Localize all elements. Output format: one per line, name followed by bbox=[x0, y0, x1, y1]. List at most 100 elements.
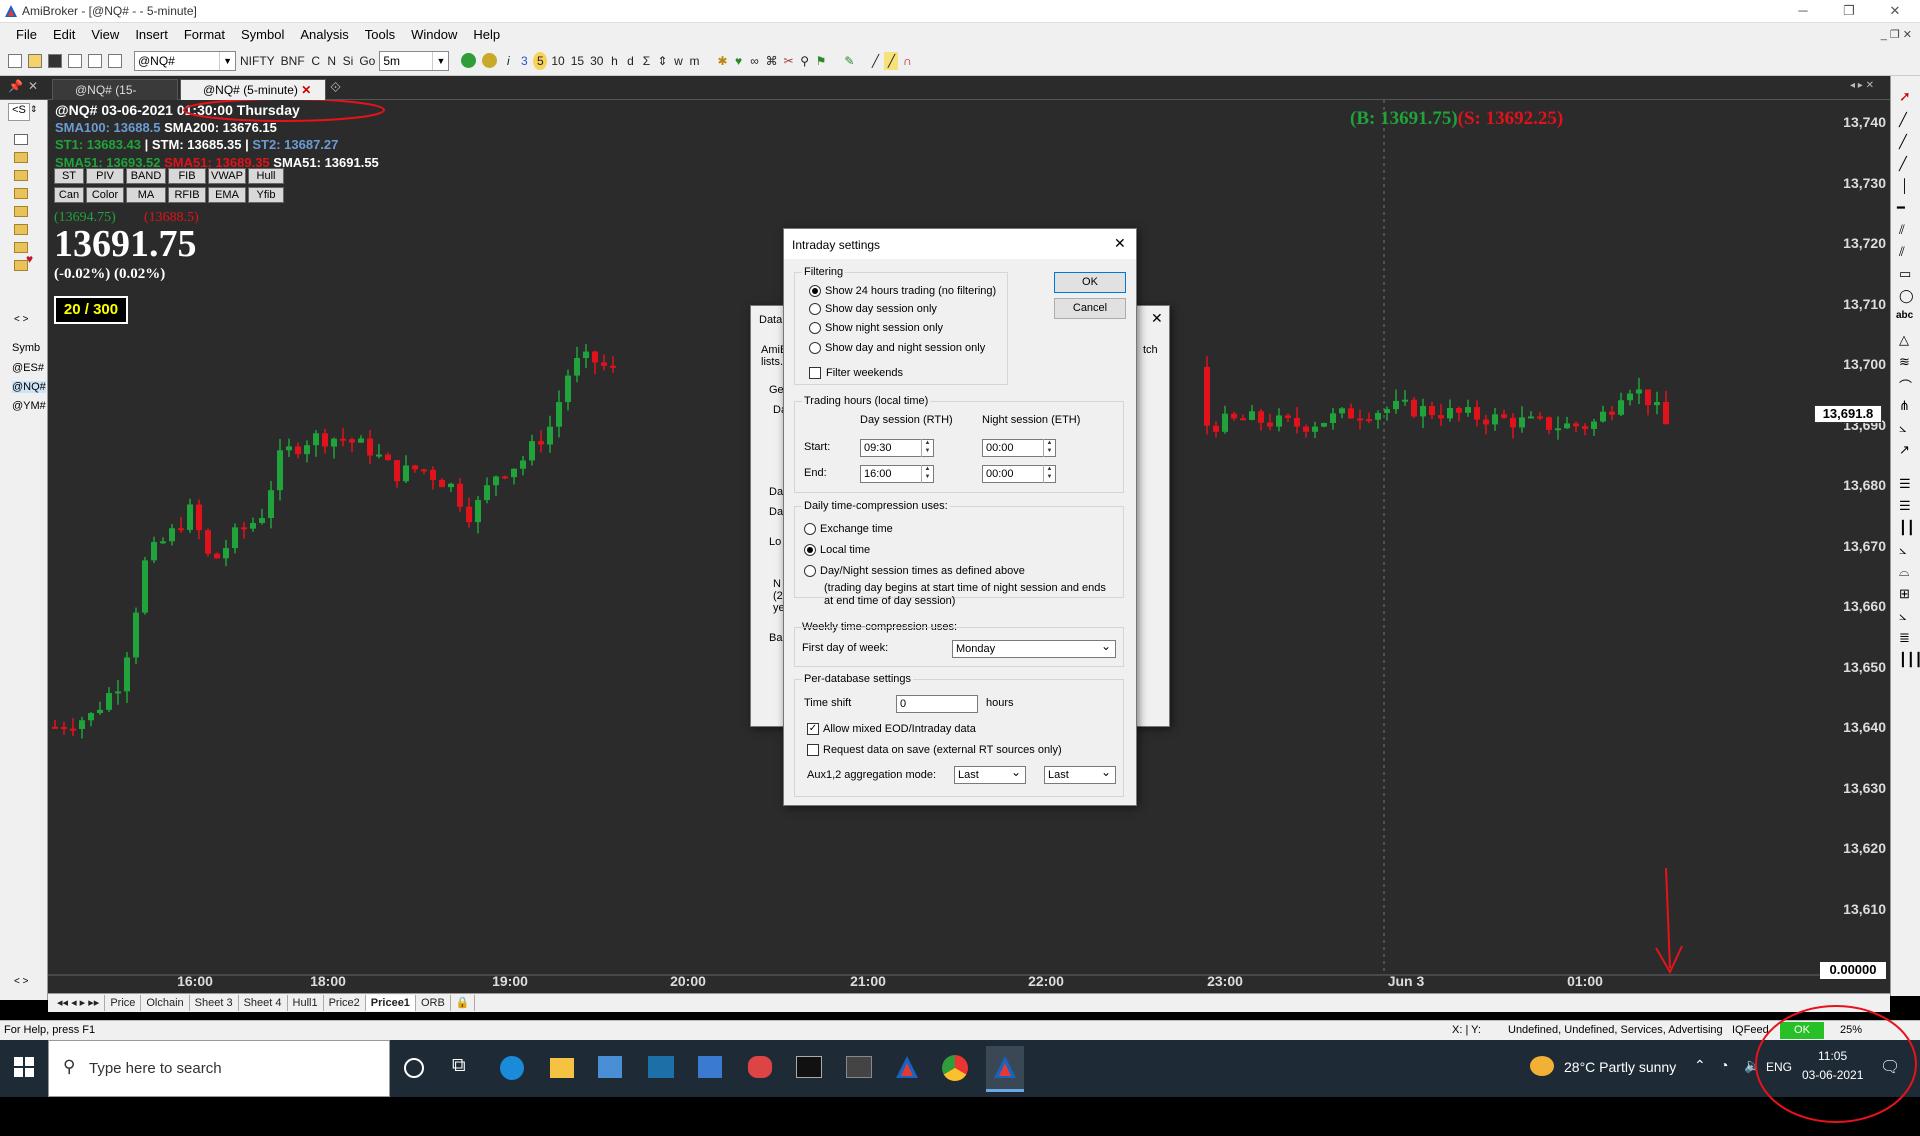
btn-st[interactable]: ST bbox=[54, 168, 84, 184]
dialog-close-icon[interactable]: ✕ bbox=[1114, 235, 1126, 252]
cycle-icon[interactable]: ≣ bbox=[1899, 630, 1910, 646]
radio-day-session[interactable] bbox=[809, 303, 821, 315]
sheet-tab-hull1[interactable]: Hull1 bbox=[288, 995, 324, 1011]
btn-fib[interactable]: FIB bbox=[168, 168, 206, 184]
btn-piv[interactable]: PIV bbox=[86, 168, 124, 184]
fib-fan-icon[interactable]: ⦣ bbox=[1899, 542, 1906, 558]
fib-ext-icon[interactable]: ☰ bbox=[1899, 498, 1911, 514]
print-icon[interactable] bbox=[108, 53, 122, 68]
interval-5[interactable]: 5 bbox=[533, 51, 548, 70]
open-folder-icon[interactable] bbox=[28, 53, 42, 68]
arc-icon[interactable]: ⌒ bbox=[1899, 376, 1912, 395]
grid-icon[interactable]: ⊞ bbox=[1899, 586, 1910, 602]
mdi-controls-icon[interactable]: _ ❐ ✕ bbox=[1873, 28, 1920, 41]
heart-icon[interactable]: ♥ bbox=[732, 52, 746, 70]
quick-c[interactable]: C bbox=[309, 52, 323, 70]
fib-arc-icon[interactable]: ⌓ bbox=[1899, 564, 1909, 580]
minimize-button[interactable]: ─ bbox=[1780, 0, 1826, 23]
tab-nq-15min[interactable]: @NQ# (15-minute) bbox=[52, 79, 178, 117]
file-explorer-icon[interactable] bbox=[550, 1058, 574, 1078]
night-end-input[interactable]: 00:00 ▲ ▼ bbox=[982, 465, 1056, 483]
horizontal-line-icon[interactable]: ━ bbox=[1897, 200, 1905, 216]
menu-edit[interactable]: Edit bbox=[45, 27, 83, 42]
panel-scroll-icon[interactable]: ⇕ bbox=[30, 104, 38, 115]
trendline-icon[interactable]: ╱ bbox=[1899, 112, 1907, 128]
glasses-icon[interactable]: ∞ bbox=[748, 52, 762, 70]
magnet-icon[interactable]: ∩ bbox=[900, 52, 914, 70]
aux2-select[interactable]: Last bbox=[1044, 764, 1116, 784]
back-dialog-close-icon[interactable]: ✕ bbox=[1151, 310, 1163, 327]
radio-night-session[interactable] bbox=[809, 322, 821, 334]
pause-icon[interactable] bbox=[482, 53, 498, 68]
weather-text[interactable]: 28°C Partly sunny bbox=[1564, 1059, 1676, 1075]
panel-nav-bottom-icon[interactable]: < > bbox=[14, 976, 28, 987]
text-tool-icon[interactable]: abc bbox=[1896, 310, 1913, 321]
settings-gear-icon[interactable]: ✱ bbox=[716, 52, 730, 70]
folder-icon[interactable] bbox=[14, 206, 28, 217]
btn-band[interactable]: BAND bbox=[126, 168, 166, 184]
save-icon[interactable] bbox=[48, 53, 62, 68]
close-window-button[interactable]: ✕ bbox=[1872, 0, 1918, 23]
sheet-tab-olchain[interactable]: Olchain bbox=[141, 995, 190, 1011]
sheet-tab-price[interactable]: Price bbox=[105, 995, 142, 1011]
symbol-ym[interactable]: @YM# bbox=[12, 400, 46, 412]
menu-insert[interactable]: Insert bbox=[127, 27, 176, 42]
cycle-lines-icon[interactable]: ┃┃┃ bbox=[1899, 652, 1920, 668]
interval-15[interactable]: 15 bbox=[569, 52, 586, 70]
interval-10[interactable]: 10 bbox=[549, 52, 566, 70]
photos-icon[interactable] bbox=[698, 1056, 722, 1078]
menu-format[interactable]: Format bbox=[176, 27, 233, 42]
updown-icon[interactable]: ⇕ bbox=[655, 52, 669, 70]
gann-icon[interactable]: ⦣ bbox=[1899, 420, 1906, 436]
menu-analysis[interactable]: Analysis bbox=[292, 27, 356, 42]
paint-icon[interactable] bbox=[748, 1056, 772, 1078]
sheet-tab-sheet3[interactable]: Sheet 3 bbox=[190, 995, 239, 1011]
btn-yfib[interactable]: Yfib bbox=[248, 187, 284, 203]
favorite-heart-icon[interactable]: ♥ bbox=[26, 252, 33, 266]
symbol-es[interactable]: @ES# bbox=[12, 362, 44, 374]
btn-color[interactable]: Color bbox=[86, 187, 124, 203]
allow-mixed-checkbox[interactable]: ✓ bbox=[807, 723, 819, 735]
night-start-input[interactable]: 00:00 ▲ ▼ bbox=[982, 439, 1056, 457]
new-file-icon[interactable] bbox=[8, 53, 22, 68]
new-tab-icon[interactable]: ⟐ bbox=[330, 79, 341, 96]
cortana-icon[interactable] bbox=[404, 1058, 424, 1078]
radio-day-night-times[interactable] bbox=[804, 565, 816, 577]
lock-icon[interactable]: 🔒 bbox=[451, 995, 476, 1011]
ok-button[interactable]: OK bbox=[1054, 272, 1126, 293]
draw-pencil-icon[interactable]: ✎ bbox=[842, 52, 856, 70]
scroll-left-button[interactable]: <S bbox=[8, 103, 30, 121]
sheet-tab-orb[interactable]: ORB bbox=[416, 995, 451, 1011]
interval-30[interactable]: 30 bbox=[588, 52, 605, 70]
btn-can[interactable]: Can bbox=[54, 187, 84, 203]
windows-start-icon[interactable] bbox=[14, 1057, 34, 1077]
day-end-input[interactable]: 16:00 ▲ ▼ bbox=[860, 465, 934, 483]
panel-nav-icon[interactable]: < > bbox=[14, 314, 28, 325]
aux1-select[interactable]: Last bbox=[954, 764, 1026, 784]
chrome-icon[interactable] bbox=[942, 1055, 968, 1081]
folder-icon[interactable] bbox=[14, 170, 28, 181]
tab-scroll-icon[interactable]: ◂ ▸ ✕ bbox=[1850, 80, 1874, 91]
request-save-checkbox[interactable] bbox=[807, 744, 819, 756]
sheet-tab-price2[interactable]: Price2 bbox=[324, 995, 366, 1011]
menu-file[interactable]: File bbox=[8, 27, 45, 42]
quick-nifty[interactable]: NIFTY bbox=[238, 52, 277, 70]
tray-chevron-icon[interactable]: ⌃ bbox=[1694, 1057, 1706, 1074]
folder-icon[interactable] bbox=[14, 134, 28, 145]
menu-window[interactable]: Window bbox=[403, 27, 465, 42]
network-icon[interactable]: ◔ bbox=[1720, 1057, 1728, 1073]
cancel-button[interactable]: Cancel bbox=[1054, 298, 1126, 319]
chart-pattern-icon[interactable]: ⌘ bbox=[764, 52, 780, 70]
monthly-icon[interactable]: m bbox=[688, 52, 702, 70]
btn-rfib[interactable]: RFIB bbox=[168, 187, 206, 203]
edge-icon[interactable] bbox=[500, 1056, 524, 1080]
weather-icon[interactable] bbox=[1530, 1056, 1554, 1076]
fib-retracement-icon[interactable]: ☰ bbox=[1899, 476, 1911, 492]
parallel-icon[interactable]: ⫽ bbox=[1899, 244, 1905, 260]
rectangle-icon[interactable]: ▭ bbox=[1899, 266, 1911, 282]
restore-button[interactable]: ❐ bbox=[1826, 0, 1872, 23]
sigma-icon[interactable]: Σ bbox=[639, 52, 653, 70]
play-icon[interactable] bbox=[461, 53, 477, 68]
radio-local-time[interactable] bbox=[804, 544, 816, 556]
taskbar-search-box[interactable]: ⚲ Type here to search bbox=[48, 1040, 390, 1097]
